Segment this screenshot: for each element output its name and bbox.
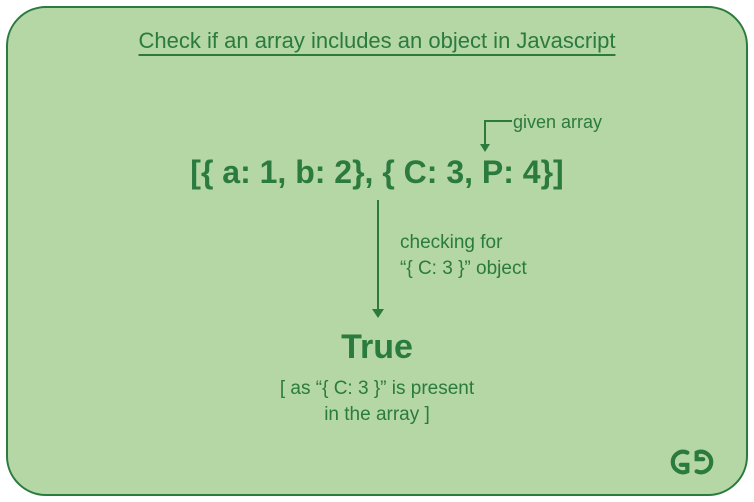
explanation-line1: [ as “{ C: 3 }” is present <box>280 376 474 402</box>
given-array-arrow <box>472 120 512 154</box>
diagram-card: Check if an array includes an object in … <box>6 6 748 496</box>
given-array-label: given array <box>513 112 602 133</box>
explanation: [ as “{ C: 3 }” is present in the array … <box>280 376 474 427</box>
result-value: True <box>341 328 413 367</box>
down-arrow <box>377 200 379 310</box>
explanation-line2: in the array ] <box>280 402 474 428</box>
checking-label-line2: “{ C: 3 }” object <box>400 256 527 282</box>
checking-label: checking for “{ C: 3 }” object <box>400 230 527 281</box>
diagram-title: Check if an array includes an object in … <box>139 28 616 54</box>
checking-label-line1: checking for <box>400 230 527 256</box>
gfg-logo-icon <box>668 448 716 476</box>
array-expression: [{ a: 1, b: 2}, { C: 3, P: 4}] <box>190 154 563 191</box>
